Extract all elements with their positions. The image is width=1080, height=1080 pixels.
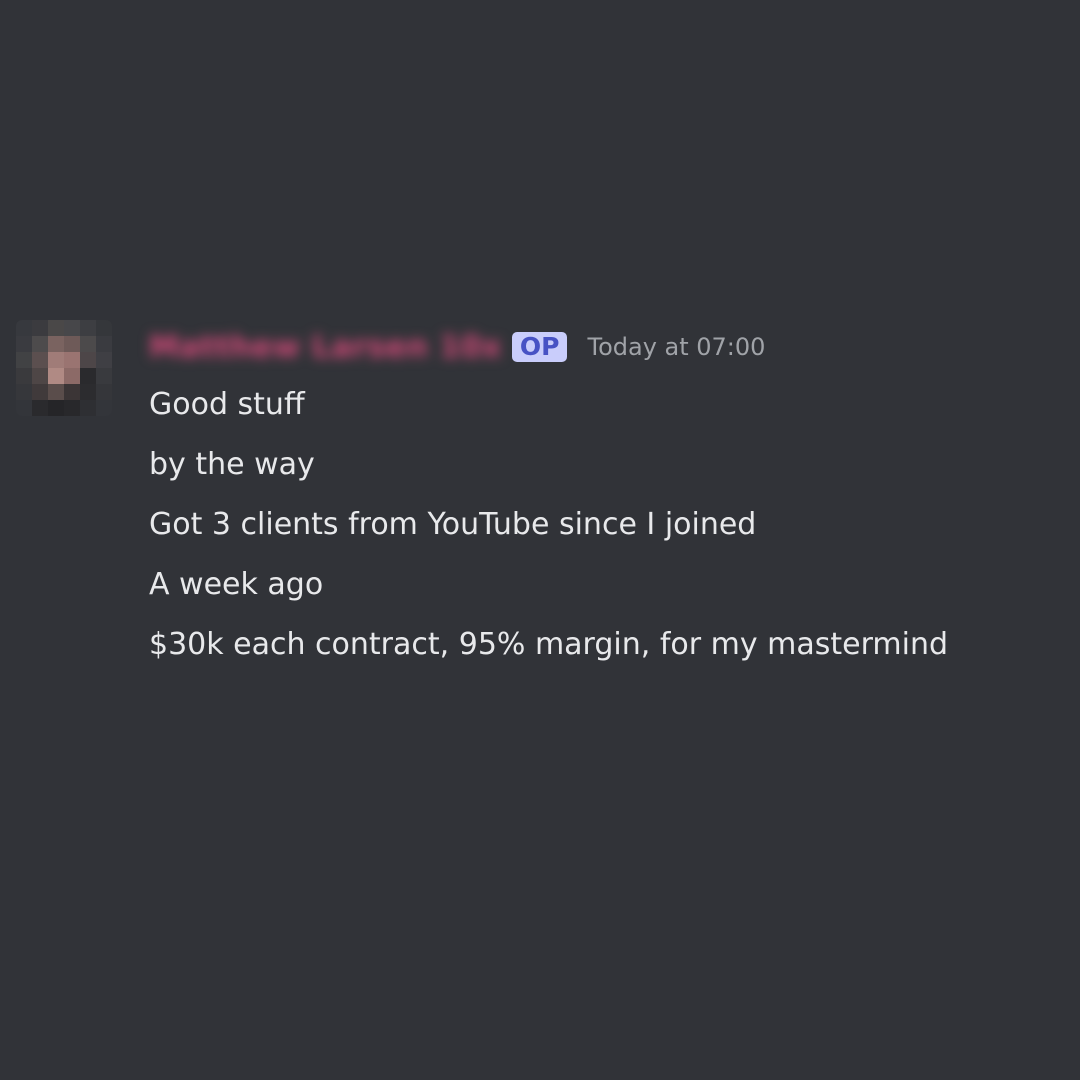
- message-line: Got 3 clients from YouTube since I joine…: [149, 507, 757, 542]
- chat-canvas: Matthew Larsen 10x OP Today at 07:00 Goo…: [0, 0, 1080, 1080]
- message-line: $30k each contract, 95% margin, for my m…: [149, 627, 948, 662]
- avatar[interactable]: [16, 320, 112, 416]
- op-badge: OP: [511, 332, 568, 362]
- timestamp[interactable]: Today at 07:00: [587, 333, 765, 361]
- message-header: Matthew Larsen 10x OP Today at 07:00: [149, 318, 1049, 376]
- message-line: A week ago: [149, 567, 324, 602]
- username[interactable]: Matthew Larsen 10x: [149, 330, 502, 365]
- message-lines: Good stuff by the way Got 3 clients from…: [149, 375, 1049, 675]
- message-content: Matthew Larsen 10x OP Today at 07:00 Goo…: [149, 318, 1049, 675]
- message-line: Good stuff: [149, 387, 305, 422]
- message-line: by the way: [149, 447, 315, 482]
